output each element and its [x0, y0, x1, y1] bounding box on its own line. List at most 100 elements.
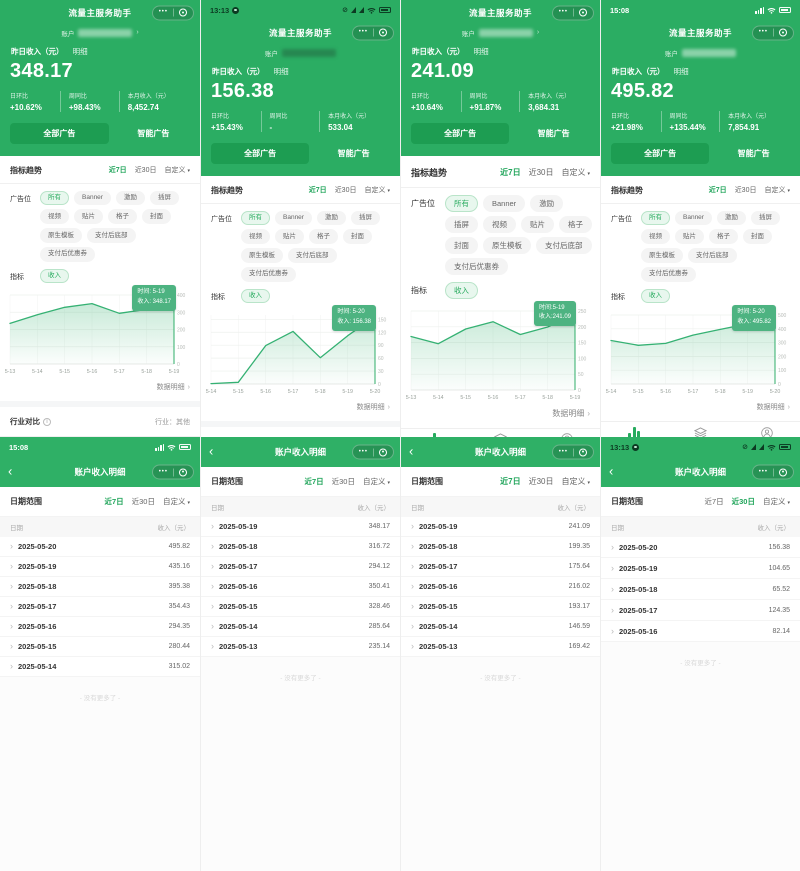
minimize-icon[interactable]	[379, 29, 387, 37]
adslot-chip[interactable]: 支付后优惠券	[445, 258, 508, 275]
income-row[interactable]: › 2025-05-15 280.44	[0, 637, 200, 657]
adslot-chip[interactable]: 支付后底部	[688, 248, 737, 263]
income-row[interactable]: › 2025-05-16 82.14	[601, 621, 800, 642]
wechat-capsule[interactable]: •••	[552, 445, 594, 460]
adslot-chip[interactable]: 贴片	[521, 216, 554, 233]
adslot-chip[interactable]: 所有	[40, 191, 69, 206]
more-icon[interactable]: •••	[359, 29, 368, 35]
minimize-icon[interactable]	[779, 29, 787, 37]
range-tab[interactable]: 自定义	[561, 476, 590, 487]
wechat-capsule[interactable]: •••	[752, 465, 794, 480]
account-row[interactable]: 账户	[201, 45, 400, 60]
income-row[interactable]: › 2025-05-14 146.59	[401, 617, 600, 637]
smart-ads-button[interactable]: 智能广告	[517, 128, 590, 139]
income-row[interactable]: › 2025-05-20 156.38	[601, 537, 800, 558]
account-row[interactable]: 账户 ›	[0, 25, 200, 40]
adslot-chip[interactable]: Banner	[675, 211, 712, 226]
adslot-chip[interactable]: 激励	[717, 211, 746, 226]
adslot-chip[interactable]: 原生模板	[483, 237, 531, 254]
range-tab[interactable]: 自定义	[763, 496, 790, 507]
more-icon[interactable]: •••	[159, 9, 168, 15]
adslot-chip[interactable]: 激励	[317, 211, 346, 226]
income-row[interactable]: › 2025-05-18 199.35	[401, 537, 600, 557]
adslot-chip[interactable]: 原生模板	[241, 248, 283, 263]
adslot-chip[interactable]: 格子	[108, 209, 137, 224]
adslot-chip[interactable]: 封面	[142, 209, 171, 224]
range-tab[interactable]: 近7日	[709, 185, 727, 195]
income-row[interactable]: › 2025-05-17 175.64	[401, 557, 600, 577]
account-row[interactable]: 账户 ›	[401, 25, 600, 40]
range-tab[interactable]: 近7日	[500, 476, 520, 487]
adslot-chip[interactable]: 格子	[559, 216, 592, 233]
wechat-capsule[interactable]: •••	[552, 5, 594, 20]
tab-account[interactable]: 账户	[534, 429, 600, 438]
back-icon[interactable]: ‹	[609, 464, 613, 477]
range-tab[interactable]: 近7日	[704, 496, 723, 507]
wechat-capsule[interactable]: •••	[752, 25, 794, 40]
adslot-chip[interactable]: 支付后底部	[536, 237, 592, 254]
smart-ads-button[interactable]: 智能广告	[317, 148, 390, 159]
minimize-icon[interactable]	[379, 448, 387, 456]
adslot-chip[interactable]: 贴片	[74, 209, 103, 224]
adslot-chip[interactable]: 激励	[530, 195, 563, 212]
tab-data[interactable]: 数据	[601, 422, 667, 437]
wechat-capsule[interactable]: •••	[352, 25, 394, 40]
adslot-chip[interactable]: 激励	[116, 191, 145, 206]
income-row[interactable]: › 2025-05-17 124.35	[601, 600, 800, 621]
adslot-chip[interactable]: 格子	[709, 229, 738, 244]
adslot-chip[interactable]: 格子	[309, 229, 338, 244]
range-tab[interactable]: 近7日	[104, 496, 123, 507]
range-tab[interactable]: 近7日	[109, 165, 127, 175]
tab-smart-ads[interactable]: 智能广告管理	[467, 429, 533, 438]
more-icon[interactable]: •••	[559, 449, 568, 455]
data-detail-link[interactable]: 数据明细›	[401, 402, 600, 428]
adslot-chip[interactable]: 插屏	[751, 211, 780, 226]
adslot-chip[interactable]: Banner	[74, 191, 111, 206]
range-tab[interactable]: 近30日	[735, 185, 757, 195]
income-row[interactable]: › 2025-05-16 350.41	[201, 577, 400, 597]
income-row[interactable]: › 2025-05-13 235.14	[201, 637, 400, 657]
income-row[interactable]: › 2025-05-17 354.43	[0, 597, 200, 617]
all-ads-button[interactable]: 全部广告	[411, 123, 509, 144]
income-detail-link[interactable]: 明细	[474, 47, 489, 56]
adslot-chip[interactable]: 视频	[483, 216, 516, 233]
range-tab[interactable]: 近30日	[332, 476, 355, 487]
tab-smart-ads[interactable]: 智能广告管理	[667, 422, 733, 437]
industry-compare-section[interactable]: 行业对比i 行业：其他	[201, 427, 400, 437]
more-icon[interactable]: •••	[559, 9, 568, 15]
income-row[interactable]: › 2025-05-16 216.02	[401, 577, 600, 597]
range-tab[interactable]: 近30日	[135, 165, 157, 175]
smart-ads-button[interactable]: 智能广告	[117, 128, 190, 139]
adslot-chip[interactable]: 封面	[445, 237, 478, 254]
income-row[interactable]: › 2025-05-15 193.17	[401, 597, 600, 617]
more-icon[interactable]: •••	[359, 449, 368, 455]
more-icon[interactable]: •••	[759, 469, 768, 475]
income-row[interactable]: › 2025-05-17 294.12	[201, 557, 400, 577]
income-row[interactable]: › 2025-05-14 285.64	[201, 617, 400, 637]
tab-account[interactable]: 账户	[734, 422, 800, 437]
more-icon[interactable]: •••	[159, 469, 168, 475]
adslot-chip[interactable]: 视频	[40, 209, 69, 224]
income-row[interactable]: › 2025-05-19 348.17	[201, 517, 400, 537]
adslot-chip[interactable]: 封面	[743, 229, 772, 244]
adslot-chip[interactable]: 贴片	[275, 229, 304, 244]
range-tab[interactable]: 自定义	[163, 496, 190, 507]
minimize-icon[interactable]	[579, 9, 587, 17]
income-row[interactable]: › 2025-05-19 435.16	[0, 557, 200, 577]
income-detail-link[interactable]: 明细	[274, 67, 289, 76]
smart-ads-button[interactable]: 智能广告	[717, 148, 790, 159]
all-ads-button[interactable]: 全部广告	[10, 123, 109, 144]
income-row[interactable]: › 2025-05-18 65.52	[601, 579, 800, 600]
range-tab[interactable]: 近7日	[500, 167, 520, 178]
income-row[interactable]: › 2025-05-18 316.72	[201, 537, 400, 557]
back-icon[interactable]: ‹	[8, 464, 12, 477]
adslot-chip[interactable]: 支付后优惠券	[641, 267, 696, 282]
back-icon[interactable]: ‹	[409, 444, 413, 457]
range-tab[interactable]: 近30日	[529, 476, 554, 487]
range-tab[interactable]: 自定义	[764, 185, 790, 195]
minimize-icon[interactable]	[179, 9, 187, 17]
adslot-chip[interactable]: 原生模板	[641, 248, 683, 263]
account-row[interactable]: 账户	[601, 45, 800, 60]
range-tab[interactable]: 近30日	[529, 167, 554, 178]
adslot-chip[interactable]: 插屏	[351, 211, 380, 226]
